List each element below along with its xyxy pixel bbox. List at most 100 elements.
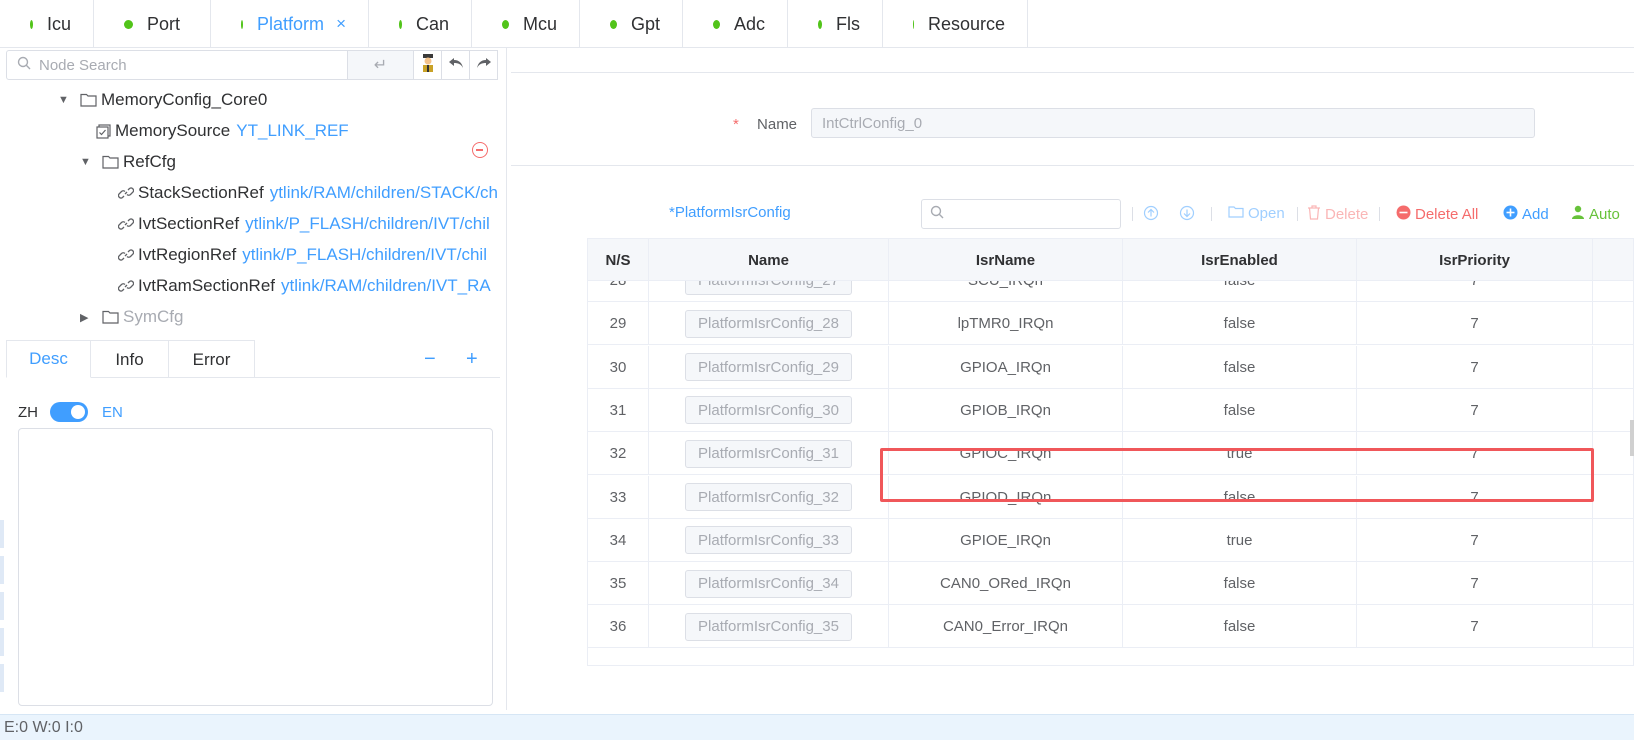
user-avatar-button[interactable] [414,50,442,80]
cell-ns: 30 [588,345,649,389]
collapse-panel-icon[interactable]: − [424,348,436,371]
highlight-annotation-box [880,448,1594,502]
row-name-pill[interactable]: PlatformIsrConfig_35 [685,612,852,641]
status-dot-icon [610,19,617,29]
language-switch[interactable] [50,402,88,422]
cell-name: PlatformIsrConfig_31 [649,432,889,476]
cell-isrpriority: 7 [1357,605,1593,649]
table-row[interactable]: 30 PlatformIsrConfig_29 GPIOA_IRQn false 7 [588,345,1633,389]
tree-node-ivtregionref[interactable]: IvtRegionRef ytlink/P_FLASH/children/IVT/… [118,241,487,269]
tree-node-memorysource[interactable]: MemorySource YT_LINK_REF [96,117,349,145]
tab-error[interactable]: Error [169,340,255,378]
tree-node-stacksectionref[interactable]: StackSectionRef ytlink/RAM/children/STACK… [118,179,498,207]
open-button[interactable]: Open [1228,205,1285,222]
tab-port[interactable]: Port [94,0,211,48]
cell-isrname-text: lpTMR0_IRQn [957,315,1054,333]
tree-node-value[interactable]: ytlink/P_FLASH/children/IVT/chil [242,245,487,265]
description-textarea[interactable] [18,428,493,706]
row-name-pill[interactable]: PlatformIsrConfig_32 [685,483,852,511]
cell-isrenabled: false [1123,388,1357,432]
row-name-pill[interactable]: PlatformIsrConfig_28 [685,309,852,338]
tab-resource[interactable]: Resource [883,0,1028,48]
col-isrname-header[interactable]: IsrName [889,239,1123,281]
tree-node-memoryconfig_core0[interactable]: ▼ MemoryConfig_Core0 [58,86,267,114]
tab-info[interactable]: Info [91,340,169,378]
tree-node-value[interactable]: YT_LINK_REF [236,121,348,141]
row-name-pill[interactable]: PlatformIsrConfig_27 [685,281,852,295]
delete-button[interactable]: Delete [1307,205,1368,224]
left-edge-markers [0,520,4,710]
row-name-pill[interactable]: PlatformIsrConfig_33 [685,526,852,555]
tree-node-refcfg[interactable]: ▼ RefCfg [80,148,176,176]
cell-isrname-text: CAN0_Error_IRQn [942,618,1069,636]
move-up-icon[interactable] [1143,205,1159,221]
tree-node-symcfg[interactable]: ▶ SymCfg [80,303,183,331]
search-enter-button[interactable]: ↵ [348,50,414,80]
tab-mcu[interactable]: Mcu [472,0,580,48]
divider [511,72,1634,73]
plus-circle-icon [1503,205,1518,224]
undo-button[interactable] [442,50,470,80]
cell-isrenabled-text: false [1223,575,1256,593]
caret-down-icon[interactable]: ▼ [80,156,94,168]
row-name-pill[interactable]: PlatformIsrConfig_34 [685,569,852,598]
enter-icon: ↵ [373,57,388,74]
col-ns-header[interactable]: N/S [588,239,649,281]
tab-label: Fls [836,13,860,34]
cell-ns: 36 [588,605,649,649]
required-mark: * [733,116,739,133]
row-name-pill[interactable]: PlatformIsrConfig_29 [685,353,852,382]
tree-node-ivtramsectionref[interactable]: IvtRamSectionRef ytlink/RAM/children/IVT_… [118,272,491,300]
caret-right-icon[interactable]: ▶ [80,311,94,324]
redo-button[interactable] [470,50,498,80]
remove-node-icon[interactable] [472,142,488,158]
tab-label: Port [147,13,181,34]
cell-isrpriority-text: 7 [1470,618,1479,636]
table-row[interactable]: 35 PlatformIsrConfig_34 CAN0_ORed_IRQn fals… [588,562,1633,606]
tab-desc[interactable]: Desc [6,340,91,378]
name-form-row: * Name IntCtrlConfig_0 [511,108,1634,142]
vertical-scrollbar[interactable] [1630,420,1634,456]
table-row[interactable]: 34 PlatformIsrConfig_33 GPIOE_IRQn true 7 [588,518,1633,562]
status-dot-icon [124,19,133,29]
tab-icu[interactable]: Icu [0,0,94,48]
tree-node-value[interactable]: ytlink/RAM/children/IVT_RA [281,276,491,296]
row-name-pill[interactable]: PlatformIsrConfig_30 [685,396,852,425]
expand-panel-icon[interactable]: + [466,348,478,371]
add-button[interactable]: Add [1503,205,1549,224]
tab-fls[interactable]: Fls [788,0,883,48]
cell-name: PlatformIsrConfig_27 [649,281,889,302]
toolbar-separator [1379,207,1380,221]
tab-can[interactable]: Can [369,0,472,48]
panel-divider[interactable] [506,48,507,710]
name-label-text: Name [757,116,798,133]
table-row[interactable]: 36 PlatformIsrConfig_35 CAN0_Error_IRQn fal… [588,605,1633,649]
cell-isrpriority-text: 7 [1470,531,1479,549]
name-input[interactable]: IntCtrlConfig_0 [811,108,1535,138]
tree-node-value[interactable]: ytlink/P_FLASH/children/IVT/chil [245,214,490,234]
delete-all-button[interactable]: Delete All [1396,205,1478,224]
tree-node-value[interactable]: ytlink/RAM/children/STACK/ch [270,183,498,203]
cell-isrname: CAN0_ORed_IRQn [889,562,1123,606]
tab-gpt[interactable]: Gpt [580,0,683,48]
tab-adc[interactable]: Adc [683,0,788,48]
col-isrpriority-header[interactable]: IsrPriority [1357,239,1593,281]
close-icon[interactable]: × [336,14,346,34]
table-row[interactable]: 31 PlatformIsrConfig_30 GPIOB_IRQn false 7 [588,388,1633,432]
move-down-icon[interactable] [1179,205,1195,221]
col-name-header[interactable]: Name [649,239,889,281]
search-icon [17,56,31,74]
auto-label: Auto [1589,205,1620,223]
row-name-pill[interactable]: PlatformIsrConfig_31 [685,439,852,468]
table-row[interactable]: 28 PlatformIsrConfig_27 SCU_IRQn false 7 [588,281,1633,302]
tree-node-ivtsectionref[interactable]: IvtSectionRef ytlink/P_FLASH/children/IVT… [118,210,490,238]
tab-platform[interactable]: Platform × [211,0,369,48]
auto-button[interactable]: Auto [1571,205,1620,223]
cell-ns: 34 [588,518,649,562]
table-row[interactable]: 29 PlatformIsrConfig_28 lpTMR0_IRQn false 7 [588,302,1633,346]
table-search-input[interactable] [921,199,1121,229]
node-search-input[interactable]: Node Search [6,50,348,80]
col-isrenabled-header[interactable]: IsrEnabled [1123,239,1357,281]
isr-table-toolbar: *PlatformIsrConfig Open Delete Delete Al… [511,198,1634,230]
caret-down-icon[interactable]: ▼ [58,94,72,106]
